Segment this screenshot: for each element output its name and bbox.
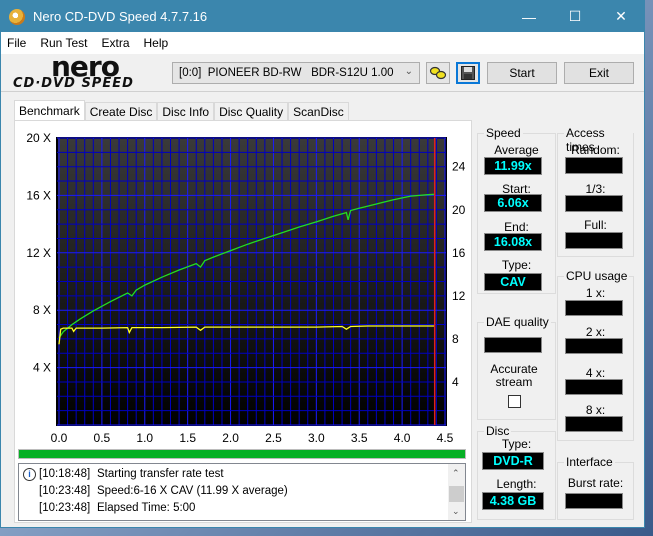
full-label: Full: (584, 218, 607, 232)
cpu-2x-value (565, 338, 623, 354)
chevron-down-icon: ⌄ (404, 66, 413, 77)
save-button[interactable] (456, 62, 480, 84)
tab-scandisc[interactable]: ScanDisc (288, 102, 349, 121)
accurate-stream-label: Accurate stream (490, 362, 538, 389)
app-icon (9, 8, 25, 25)
log-message: Starting transfer rate test (97, 468, 224, 480)
scroll-up-icon[interactable]: ⌃ (452, 468, 460, 479)
logo-cdspeed-text: CD·DVD SPEED (13, 76, 134, 91)
dae-quality-value (484, 337, 542, 353)
interface-group: Interface (557, 455, 634, 520)
window-title: Nero CD-DVD Speed 4.7.7.16 (33, 9, 208, 24)
cpu-8x-value (565, 416, 623, 432)
log-time: [10:23:48] (39, 502, 91, 514)
start-button[interactable]: Start (487, 62, 557, 84)
info-icon: i (23, 467, 36, 481)
tab-bar: Benchmark Create Disc Disc Info Disc Qua… (14, 100, 349, 121)
interface-title: Interface (564, 455, 615, 469)
log-time: [10:18:48] (39, 468, 91, 480)
tab-disc-info[interactable]: Disc Info (157, 102, 215, 121)
dae-quality-title: DAE quality (484, 315, 551, 329)
minimize-button[interactable]: — (506, 1, 552, 32)
cpu-4x-label: 4 x: (585, 366, 606, 380)
menu-help[interactable]: Help (144, 36, 169, 50)
type-label: Type: (501, 258, 532, 272)
scroll-thumb[interactable] (449, 486, 464, 502)
cpu-1x-label: 1 x: (585, 286, 606, 300)
floppy-disk-icon (461, 66, 475, 80)
full-value (565, 232, 623, 249)
tab-disc-quality[interactable]: Disc Quality (214, 102, 289, 121)
exit-button[interactable]: Exit (564, 62, 634, 84)
disc-length-label: Length: (496, 477, 537, 491)
close-button[interactable]: ✕ (598, 1, 644, 32)
cpu-2x-label: 2 x: (585, 325, 606, 339)
end-value: 16.08x (484, 233, 542, 251)
log-scrollbar[interactable]: ⌃ ⌄ (448, 464, 465, 520)
log-time: [10:23:48] (39, 485, 91, 497)
cpu-4x-value (565, 379, 623, 395)
progress-bar (18, 449, 466, 459)
nero-logo: nero CD·DVD SPEED (13, 50, 163, 92)
start-value: 6.06x (484, 194, 542, 212)
random-value (565, 157, 623, 174)
drive-select[interactable]: [0:0] PIONEER BD-RW BDR-S12U 1.00 ⌄ (172, 62, 420, 84)
cpu-1x-value (565, 300, 623, 316)
burst-rate-label: Burst rate: (567, 476, 624, 490)
title-bar: Nero CD-DVD Speed 4.7.7.16 — ☐ ✕ (1, 1, 644, 32)
tab-create-disc[interactable]: Create Disc (84, 102, 158, 121)
end-label: End: (504, 220, 529, 234)
disc-type-value: DVD-R (482, 452, 544, 470)
drive-settings-button[interactable] (426, 62, 450, 84)
third-label: 1/3: (585, 182, 606, 196)
log-list: i [10:18:48] Starting transfer rate test… (18, 463, 466, 521)
menu-run-test[interactable]: Run Test (40, 36, 87, 50)
log-message: Speed:6-16 X CAV (11.99 X average) (97, 485, 288, 497)
maximize-button[interactable]: ☐ (552, 1, 598, 32)
average-label: Average (494, 143, 539, 157)
menu-file[interactable]: File (7, 36, 26, 50)
burst-rate-value (565, 493, 623, 509)
disc-group-title: Disc (484, 424, 512, 438)
accurate-stream-checkbox[interactable] (508, 395, 521, 408)
drive-select-value: [0:0] PIONEER BD-RW BDR-S12U 1.00 (179, 67, 394, 79)
chain-links-icon (429, 66, 447, 80)
third-value (565, 195, 623, 212)
speed-group-title: Speed (484, 126, 523, 140)
random-label: Random: (571, 143, 620, 157)
cpu-usage-title: CPU usage (564, 269, 630, 283)
scroll-down-icon[interactable]: ⌄ (452, 506, 460, 517)
disc-type-label: Type: (501, 437, 532, 451)
average-value: 11.99x (484, 157, 542, 175)
log-message: Elapsed Time: 5:00 (97, 502, 196, 514)
cpu-8x-label: 8 x: (585, 403, 606, 417)
tab-benchmark[interactable]: Benchmark (14, 100, 85, 121)
type-value: CAV (484, 273, 542, 291)
disc-length-value: 4.38 GB (482, 492, 544, 510)
menu-extra[interactable]: Extra (101, 36, 129, 50)
